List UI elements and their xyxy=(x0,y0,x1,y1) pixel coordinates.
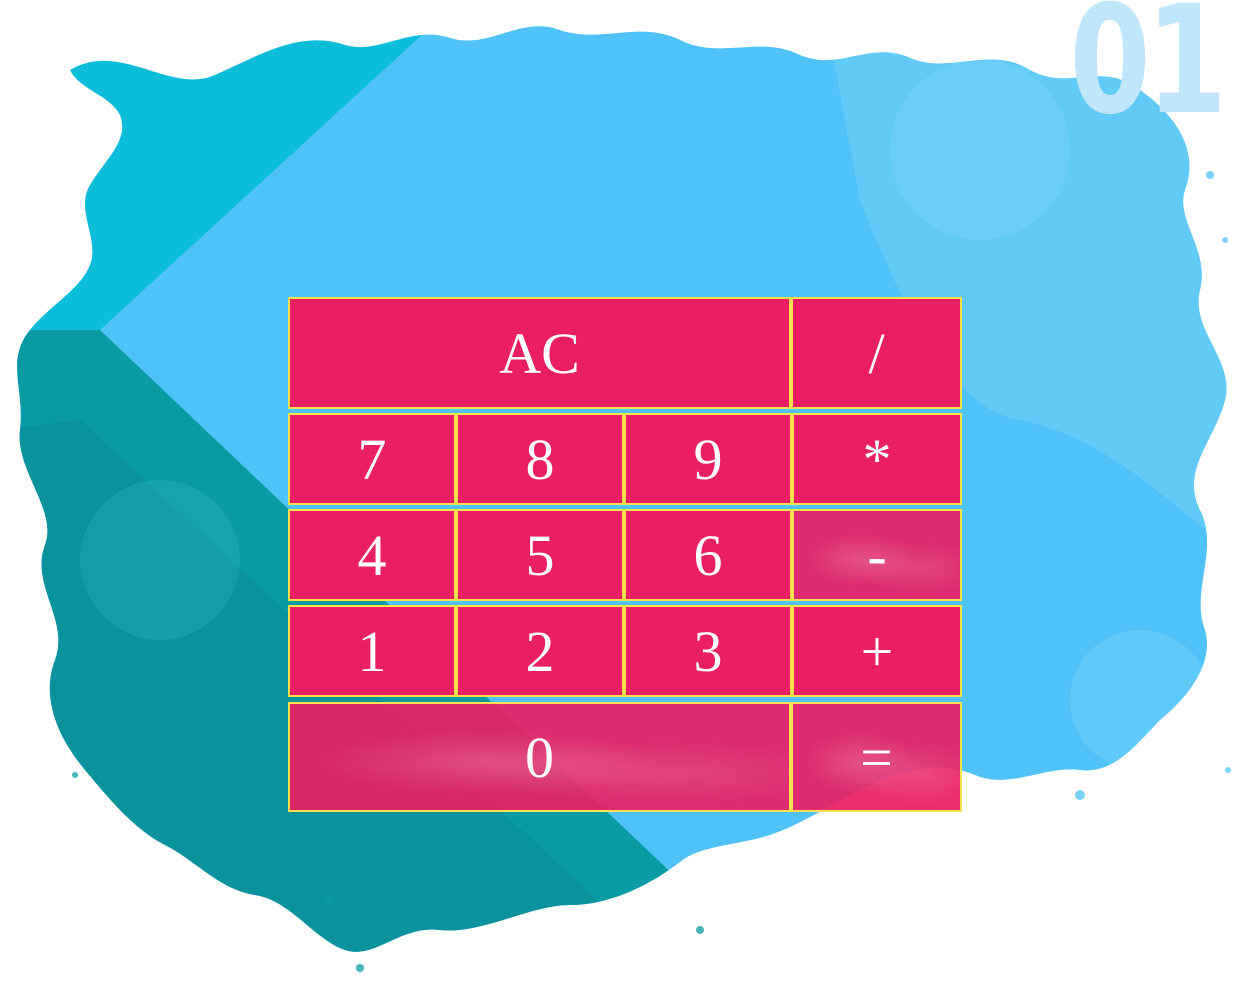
digit-3-button[interactable]: 3 xyxy=(624,605,792,697)
calculator-keypad: AC / 7 8 9 * 4 5 6 - 1 2 3 + 0 = xyxy=(288,297,962,813)
all-clear-button[interactable]: AC xyxy=(288,297,791,409)
add-button[interactable]: + xyxy=(792,605,962,697)
multiply-button[interactable]: * xyxy=(792,413,962,505)
digit-5-button[interactable]: 5 xyxy=(456,509,624,601)
corner-number-watermark: 01 xyxy=(1069,0,1228,148)
digit-1-button[interactable]: 1 xyxy=(288,605,456,697)
digit-4-button[interactable]: 4 xyxy=(288,509,456,601)
equals-button[interactable]: = xyxy=(791,702,962,812)
digit-6-button[interactable]: 6 xyxy=(624,509,792,601)
digit-7-button[interactable]: 7 xyxy=(288,413,456,505)
subtract-button[interactable]: - xyxy=(792,509,962,601)
digit-0-button[interactable]: 0 xyxy=(288,702,791,812)
digit-9-button[interactable]: 9 xyxy=(624,413,792,505)
divide-button[interactable]: / xyxy=(791,297,962,409)
digit-8-button[interactable]: 8 xyxy=(456,413,624,505)
calculator-page: 01 AC / 7 8 9 * 4 5 6 - 1 2 3 + 0 = xyxy=(0,0,1251,981)
digit-2-button[interactable]: 2 xyxy=(456,605,624,697)
